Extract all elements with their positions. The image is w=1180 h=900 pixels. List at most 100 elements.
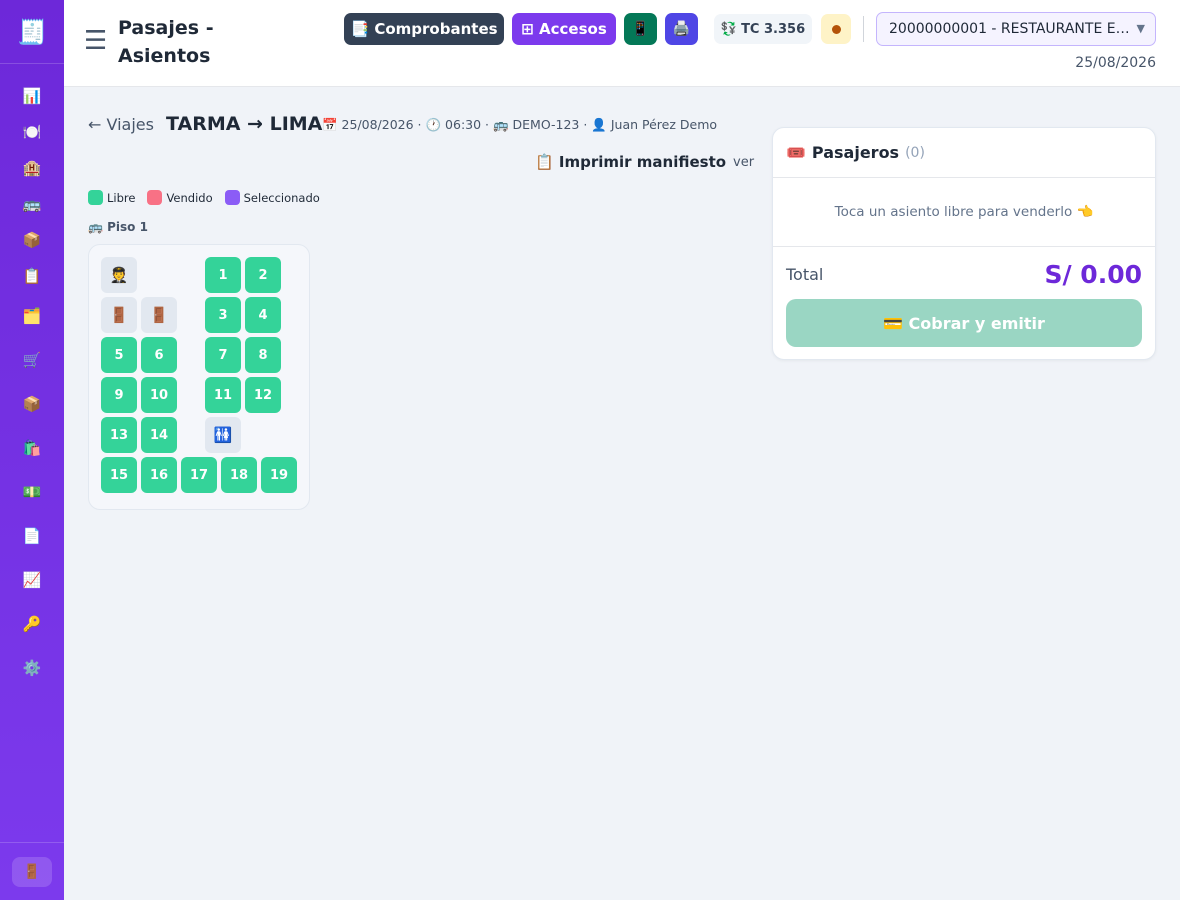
- print-manifest-button[interactable]: 📋 Imprimir manifiesto: [535, 153, 726, 171]
- legend-swatch-libre: [88, 190, 103, 205]
- exchange-rate-label: TC 3.356: [741, 21, 806, 37]
- passengers-count: (0): [905, 144, 925, 161]
- phone-button[interactable]: 📱: [624, 13, 657, 45]
- sidebar-item-shopping[interactable]: 🛍️: [0, 426, 64, 470]
- seat-10[interactable]: 10: [141, 377, 177, 413]
- total-label: Total: [786, 265, 824, 284]
- shopping-bag-icon: 🛍️: [22, 439, 42, 457]
- view-manifest-link[interactable]: ver: [733, 155, 754, 170]
- chevron-down-icon: ▼: [1136, 22, 1145, 35]
- sidebar-item-package[interactable]: 📦: [0, 222, 64, 258]
- document-icon: 📄: [22, 527, 42, 545]
- page-title: Pasajes - Asientos: [118, 17, 214, 67]
- exchange-icon: 💱: [720, 21, 738, 37]
- legend-libre: Libre: [88, 190, 135, 205]
- bar-chart-icon: 📊: [22, 87, 42, 105]
- accesos-button[interactable]: ⊞ Accesos: [512, 13, 616, 45]
- sidebar-item-bus[interactable]: 🚌: [0, 186, 64, 222]
- hotel-icon: 🏨: [22, 159, 42, 177]
- passengers-empty-message: Toca un asiento libre para venderlo 👈: [773, 178, 1155, 247]
- cash-icon: 💵: [22, 483, 42, 501]
- seat-12[interactable]: 12: [245, 377, 281, 413]
- ticket-icon: 🎟️: [786, 143, 806, 162]
- seat-5[interactable]: 5: [101, 337, 137, 373]
- sidebar-item-reports[interactable]: 📈: [0, 558, 64, 602]
- seat-map: 🧑‍✈️ 🚪 🚪 🚻 1 2 3 4 5 6 7 8 9 10 11 12 13…: [88, 244, 310, 510]
- total-row: Total S/ 0.00: [786, 260, 1142, 289]
- sidebar-item-document[interactable]: 📄: [0, 514, 64, 558]
- connection-status-indicator[interactable]: [821, 14, 851, 44]
- top-header: ☰ Pasajes - Asientos 📑 Comprobantes ⊞ Ac…: [64, 0, 1180, 87]
- plate-icon: 🍽️: [22, 123, 42, 141]
- door-icon: 🚪: [23, 863, 41, 880]
- line-chart-icon: 📈: [22, 571, 42, 589]
- seat-legend: Libre Vendido Seleccionado: [88, 190, 320, 205]
- back-to-trips-link[interactable]: ← Viajes: [88, 115, 154, 134]
- cart-icon: 🛒: [22, 351, 42, 369]
- exchange-rate-badge: 💱 TC 3.356: [714, 14, 812, 44]
- sidebar-item-hotel[interactable]: 🏨: [0, 150, 64, 186]
- seat-14[interactable]: 14: [141, 417, 177, 453]
- sidebar-item-settings[interactable]: ⚙️: [0, 646, 64, 690]
- sidebar: 🧾 📊 🍽️ 🏨 🚌 📦 📋 🗂️ 🛒 📦 🛍️ 💵 📄 📈 🔑 ⚙️ 🚪: [0, 0, 64, 900]
- legend-swatch-seleccionado: [224, 190, 240, 205]
- legend-vendido: Vendido: [147, 190, 213, 205]
- header-divider: [863, 16, 864, 42]
- box-icon: 📦: [22, 395, 42, 413]
- comprobantes-button[interactable]: 📑 Comprobantes: [344, 13, 504, 45]
- trip-route: TARMA → LIMA: [166, 113, 323, 135]
- company-select-value: 20000000001 - RESTAURANTE EL BUEN SABOR: [889, 21, 1133, 37]
- sidebar-item-restaurant[interactable]: 🍽️: [0, 114, 64, 150]
- seat-4[interactable]: 4: [245, 297, 281, 333]
- seat-15[interactable]: 15: [101, 457, 137, 493]
- driver-icon: 🧑‍✈️: [101, 257, 137, 293]
- seat-17[interactable]: 17: [181, 457, 217, 493]
- seat-18[interactable]: 18: [221, 457, 257, 493]
- passengers-panel: 🎟️ Pasajeros (0) Toca un asiento libre p…: [772, 127, 1156, 360]
- printer-icon: 🖨️: [672, 21, 691, 37]
- header-date: 25/08/2026: [1075, 55, 1156, 71]
- seat-9[interactable]: 9: [101, 377, 137, 413]
- sidebar-footer: 🚪: [0, 842, 64, 900]
- company-select[interactable]: 20000000001 - RESTAURANTE EL BUEN SABOR …: [876, 12, 1156, 46]
- charge-and-issue-button[interactable]: 💳 Cobrar y emitir: [786, 299, 1142, 347]
- seat-19[interactable]: 19: [261, 457, 297, 493]
- clipboard-icon: 📋: [22, 267, 42, 285]
- sidebar-items: 📊 🍽️ 🏨 🚌 📦 📋 🗂️ 🛒 📦 🛍️ 💵 📄 📈 🔑 ⚙️: [0, 64, 64, 690]
- sidebar-item-inventory[interactable]: 📦: [0, 382, 64, 426]
- print-button[interactable]: 🖨️: [665, 13, 698, 45]
- status-dot-icon: [831, 24, 841, 34]
- seat-1[interactable]: 1: [205, 257, 241, 293]
- sidebar-item-cart[interactable]: 🛒: [0, 338, 64, 382]
- hamburger-icon[interactable]: ☰: [84, 28, 107, 54]
- seat-16[interactable]: 16: [141, 457, 177, 493]
- passengers-panel-header: 🎟️ Pasajeros (0): [773, 128, 1155, 178]
- app-logo[interactable]: 🧾: [0, 0, 64, 64]
- sidebar-item-folder[interactable]: 🗂️: [0, 294, 64, 338]
- sidebar-item-cash[interactable]: 💵: [0, 470, 64, 514]
- seat-6[interactable]: 6: [141, 337, 177, 373]
- seat-3[interactable]: 3: [205, 297, 241, 333]
- passengers-title: Pasajeros: [811, 143, 900, 162]
- seat-2[interactable]: 2: [245, 257, 281, 293]
- sidebar-item-dashboard[interactable]: 📊: [0, 78, 64, 114]
- door-icon: 🚪: [141, 297, 177, 333]
- seat-7[interactable]: 7: [205, 337, 241, 373]
- trip-meta: 📅 25/08/2026 · 🕐 06:30 · 🚌 DEMO-123 · 👤 …: [322, 117, 718, 132]
- legend-seleccionado: Seleccionado: [224, 190, 320, 205]
- seat-13[interactable]: 13: [101, 417, 137, 453]
- sidebar-item-clipboard[interactable]: 📋: [0, 258, 64, 294]
- receipt-icon: 🧾: [17, 17, 47, 46]
- total-amount: S/ 0.00: [1044, 260, 1142, 289]
- seat-11[interactable]: 11: [205, 377, 241, 413]
- logout-button[interactable]: 🚪: [12, 856, 52, 887]
- bus-icon: 🚌: [22, 195, 42, 213]
- folder-icon: 🗂️: [22, 307, 42, 325]
- phone-icon: 📱: [631, 21, 650, 37]
- seat-8[interactable]: 8: [245, 337, 281, 373]
- restroom-icon: 🚻: [205, 417, 241, 453]
- floor-label: 🚌 Piso 1: [88, 220, 148, 234]
- sidebar-item-keys[interactable]: 🔑: [0, 602, 64, 646]
- legend-swatch-vendido: [147, 190, 163, 205]
- legend-label-vendido: Vendido: [166, 190, 213, 205]
